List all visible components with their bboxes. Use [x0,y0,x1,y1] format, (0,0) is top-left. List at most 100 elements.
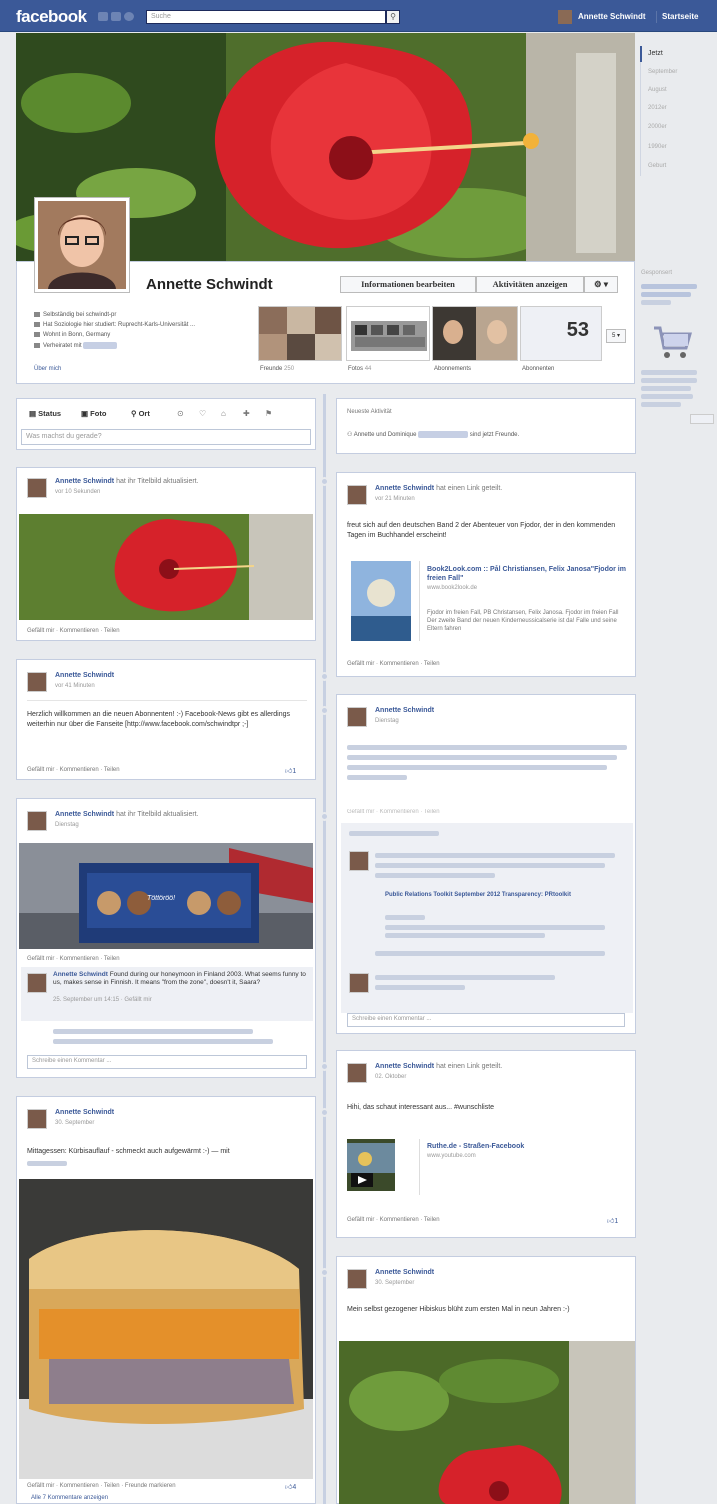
link-title[interactable]: Public Relations Toolkit September 2012 … [385,891,605,900]
avatar[interactable] [27,478,47,498]
post-time[interactable]: 02. Oktober [375,1074,406,1080]
home-icon[interactable]: ⌂ [221,409,226,418]
scrubber-august[interactable]: August [648,87,667,93]
ad-like-button[interactable] [690,414,714,424]
heart-icon[interactable]: ♡ [199,409,206,418]
scrubber-2000s[interactable]: 2000er [648,124,667,130]
scrubber-2012[interactable]: 2012er [648,105,667,111]
scrubber-now[interactable]: Jetzt [648,50,663,57]
subscribers-label[interactable]: Abonnenten [522,366,554,372]
friends-tile[interactable] [258,306,342,361]
post-time[interactable]: Dienstag [55,822,79,828]
blurred-text [347,745,627,750]
photos-tile[interactable] [346,306,430,361]
avatar[interactable] [347,1063,367,1083]
post-time[interactable]: 30. September [375,1280,414,1286]
composer-tab-place[interactable]: ⚲ Ort [131,409,150,418]
post-time[interactable]: 30. September [55,1120,94,1126]
edit-info-button[interactable]: Informationen bearbeiten [340,276,476,293]
post-lunch: Annette Schwindt 30. September Mittagess… [16,1096,316,1504]
comment-input[interactable]: Schreibe einen Kommentar ... [347,1013,625,1027]
post-actions[interactable]: Gefällt mir · Kommentieren · Teilen [27,956,120,962]
subscribers-tile[interactable]: 53 [520,306,602,361]
avatar[interactable] [347,485,367,505]
ad-title[interactable] [641,282,701,312]
comment-time[interactable]: 25. September um 14:15 · Gefällt mir [53,997,152,1003]
composer-tab-status[interactable]: ▤ Status [29,409,61,418]
nav-user-name[interactable]: Annette Schwindt [578,12,646,21]
more-tiles-button[interactable]: 5 ▾ [606,329,626,343]
avatar[interactable] [27,973,47,993]
post-author[interactable]: Annette Schwindt [55,672,114,679]
friend-requests-icon[interactable] [98,12,108,21]
friends-label[interactable]: Freunde 250 [260,366,294,372]
post-time[interactable]: vor 41 Minuten [55,683,95,689]
post-actions[interactable]: Gefällt mir · Kommentieren · Teilen [347,661,440,667]
subscriptions-label[interactable]: Abonnements [434,366,471,372]
post-actions[interactable]: Gefällt mir · Kommentieren · Teilen [347,809,440,815]
comment-input[interactable]: Schreibe einen Kommentar ... [27,1055,307,1069]
flag-icon[interactable]: ⚑ [265,409,272,418]
post-author[interactable]: Annette Schwindt [375,707,434,714]
blurred-text [347,775,407,780]
post-actions[interactable]: Gefällt mir · Kommentieren · Teilen [347,1217,440,1223]
scrubber-birth[interactable]: Geburt [648,163,666,169]
video-thumbnail[interactable] [347,1139,395,1191]
post-image[interactable]: Töttöröö! [19,843,313,949]
post-actions[interactable]: Gefällt mir · Kommentieren · Teilen [27,628,120,634]
post-author[interactable]: Annette Schwindt [55,1109,114,1116]
comment-author[interactable]: Annette Schwindt [53,971,108,978]
link-title[interactable]: Ruthe.de - Straßen-Facebook [427,1143,524,1150]
notifications-icon[interactable] [124,12,134,21]
post-author[interactable]: Annette Schwindt hat einen Link geteilt. [375,485,502,492]
photos-label[interactable]: Fotos 44 [348,366,371,372]
subscriptions-tile[interactable] [432,306,518,361]
post-author[interactable]: Annette Schwindt hat einen Link geteilt. [375,1063,502,1070]
post-image[interactable] [19,1179,313,1479]
link-thumbnail[interactable] [351,561,411,641]
blurred-text [375,853,615,858]
settings-dropdown-button[interactable]: ⚙ ▾ [584,276,618,293]
post-time[interactable]: vor 21 Minuten [375,496,415,502]
search-input[interactable]: Suche [146,10,386,24]
friendship-activity[interactable]: ⚇ Annette und Dominique sind jetzt Freun… [347,431,519,438]
like-count[interactable]: 👍︎1 [285,766,296,775]
avatar[interactable] [27,811,47,831]
post-image[interactable] [339,1341,635,1504]
like-count[interactable]: 👍︎1 [607,1216,618,1225]
health-icon[interactable]: ✚ [243,409,250,418]
profile-name[interactable]: Annette Schwindt [146,276,273,293]
status-input[interactable]: Was machst du gerade? [21,429,311,445]
post-actions[interactable]: Gefällt mir · Kommentieren · Teilen [27,767,120,773]
post-author[interactable]: Annette Schwindt hat ihr Titelbild aktua… [55,811,199,818]
life-event-icon[interactable]: ⊙ [177,409,184,418]
ad-image[interactable] [650,322,692,362]
link-title[interactable]: Book2Look.com :: Pål Christiansen, Felix… [427,565,627,583]
post-author[interactable]: Annette Schwindt [375,1269,434,1276]
nav-home-link[interactable]: Startseite [662,12,698,21]
scrubber-line [640,46,641,176]
scrubber-1990s[interactable]: 1990er [648,144,667,150]
profile-picture[interactable] [34,197,130,293]
search-icon[interactable]: ⚲ [386,10,400,24]
avatar[interactable] [349,851,369,871]
post-time[interactable]: vor 10 Sekunden [55,489,100,495]
activity-log-button[interactable]: Aktivitäten anzeigen [476,276,584,293]
avatar[interactable] [347,707,367,727]
show-all-comments-link[interactable]: Alle 7 Kommentare anzeigen [31,1495,108,1501]
avatar[interactable] [347,1269,367,1289]
composer-tab-photo[interactable]: ▣ Foto [81,409,106,418]
post-author[interactable]: Annette Schwindt hat ihr Titelbild aktua… [55,478,199,485]
facebook-logo[interactable]: facebook [16,7,87,27]
avatar[interactable] [27,672,47,692]
post-time[interactable]: Dienstag [375,718,399,724]
avatar[interactable] [349,973,369,993]
about-link[interactable]: Über mich [34,366,61,372]
post-image[interactable] [19,514,313,620]
post-actions[interactable]: Gefällt mir · Kommentieren · Teilen · Fr… [27,1483,176,1489]
scrubber-september[interactable]: September [648,69,677,75]
avatar[interactable] [558,10,572,24]
avatar[interactable] [27,1109,47,1129]
like-count[interactable]: 👍︎4 [285,1482,296,1491]
messages-icon[interactable] [111,12,121,21]
